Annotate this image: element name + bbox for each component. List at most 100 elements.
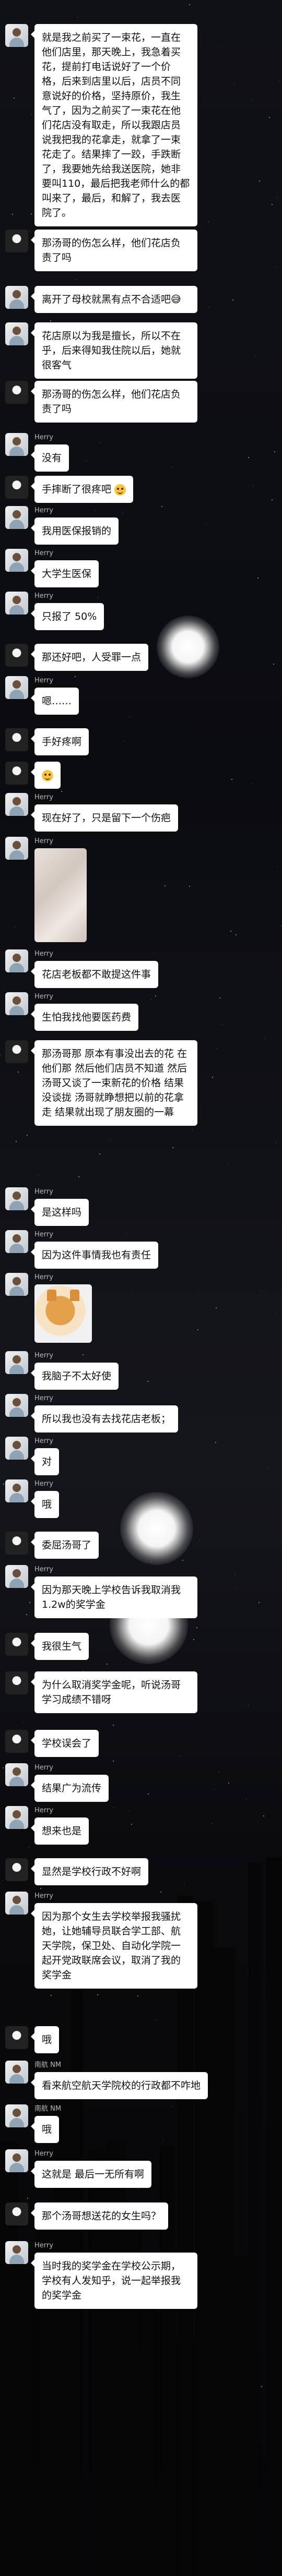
smile-emoji-icon [114, 484, 126, 496]
avatar[interactable] [5, 1892, 28, 1915]
dog-sticker[interactable] [34, 1284, 92, 1343]
avatar[interactable] [5, 1565, 28, 1588]
avatar[interactable] [5, 2202, 28, 2225]
message-bubble[interactable]: 因为那天晚上学校告诉我取消我1.2w的奖学金 [31, 1576, 197, 1618]
message-text: 哦 [42, 2034, 52, 2045]
message-text: 显然是学校行政不好啊 [42, 1866, 142, 1877]
message-bubble[interactable]: 手好疼啊 [30, 728, 89, 755]
message-bubble[interactable]: 离开了母校就黑有点不合适吧😅 [31, 286, 197, 313]
message-bubble[interactable]: 显然是学校行政不好啊 [30, 1858, 149, 1885]
avatar[interactable] [5, 1532, 28, 1555]
message-bubble[interactable]: 当时我的奖学金在学校公示期，学校有人发知乎，说一起举报我的奖学金 [31, 2253, 197, 2309]
sender-name: Herry [34, 1566, 53, 1573]
message-text: 手摔断了很疼吧 [42, 484, 112, 495]
message-text: 委屈汤哥了 [42, 1539, 92, 1551]
message-bubble[interactable]: 看来航空航天学院校的行政都不咋地 [30, 2072, 208, 2099]
avatar[interactable] [5, 506, 28, 529]
message-bubble[interactable]: 那个汤哥想送花的女生吗？ [30, 2202, 169, 2230]
sender-name: Herry [34, 507, 53, 514]
message-bubble[interactable]: 就是我之前买了一束花，一直在他们店里，那天晚上，我急着买花，提前打电话说好了一个… [31, 24, 197, 226]
avatar[interactable] [5, 1858, 28, 1881]
sender-name: Herry [34, 549, 53, 557]
avatar[interactable] [5, 1763, 28, 1786]
message-bubble[interactable]: 花店原以为我是擅长，所以不在乎，后来得知我住院以后，她就很客气 [31, 322, 197, 379]
message-bubble[interactable]: 那汤哥的伤怎么样，他们花店负责了吗 [31, 381, 197, 423]
message-bubble[interactable] [31, 762, 61, 789]
avatar[interactable] [5, 793, 28, 816]
message-bubble[interactable]: 我很生气 [30, 1633, 89, 1660]
message-bubble[interactable]: 大学生医保 [30, 560, 99, 587]
avatar[interactable] [5, 549, 28, 572]
avatar[interactable] [5, 644, 28, 667]
message-bubble[interactable]: 因为这件事情我也有责任 [30, 1242, 159, 1269]
avatar[interactable] [5, 2026, 28, 2049]
message-bubble[interactable]: 那汤哥的伤怎么样，他们花店负责了吗 [31, 230, 197, 271]
avatar[interactable] [5, 676, 28, 699]
message-bubble[interactable]: 那还好吧，人受罪一点 [30, 644, 149, 671]
message-bubble[interactable]: 哦 [30, 1491, 60, 1518]
message-bubble[interactable]: 结果广为流传 [30, 1775, 109, 1802]
avatar[interactable] [5, 322, 28, 345]
message-text: 那汤哥的伤怎么样，他们花店负责了吗 [42, 389, 181, 415]
avatar[interactable] [5, 949, 28, 972]
avatar[interactable] [5, 728, 28, 751]
avatar[interactable] [5, 381, 28, 404]
avatar[interactable] [5, 1479, 28, 1502]
message-bubble[interactable]: 生怕我找他要医药费 [30, 1004, 139, 1031]
message-bubble[interactable]: 花店老板都不敢提这件事 [30, 961, 159, 988]
avatar[interactable] [5, 1437, 28, 1460]
message-bubble[interactable]: 因为那个女生去学校举报我骚扰她，让她辅导员联合学工部、航天学院，保卫处、自动化学… [31, 1903, 197, 1989]
sender-name: Herry [34, 2150, 53, 2158]
avatar[interactable] [5, 1351, 28, 1374]
message-bubble[interactable]: 现在好了，只是留下一个伤疤 [30, 804, 179, 832]
avatar[interactable] [5, 1671, 28, 1694]
avatar[interactable] [5, 992, 28, 1015]
avatar[interactable] [5, 592, 28, 615]
avatar[interactable] [5, 1273, 28, 1296]
avatar[interactable] [5, 1806, 28, 1829]
message-bubble[interactable]: 所以我也没有去找花店老板； [30, 1405, 179, 1433]
avatar[interactable] [5, 2104, 28, 2127]
message-text: 我脑子不太好使 [42, 1370, 112, 1382]
avatar[interactable] [5, 476, 28, 499]
message-bubble[interactable]: 委屈汤哥了 [30, 1532, 99, 1559]
avatar[interactable] [5, 2149, 28, 2172]
message-bubble[interactable]: 是这样吗 [30, 1199, 89, 1226]
message-text: 大学生医保 [42, 568, 92, 580]
message-text: 因为这件事情我也有责任 [42, 1249, 151, 1261]
message-bubble[interactable]: 为什么取消奖学金呢，听说汤哥学习成绩不错呀 [31, 1671, 197, 1713]
avatar[interactable] [5, 286, 28, 309]
avatar[interactable] [5, 837, 28, 860]
message-bubble[interactable]: 我用医保报销的 [30, 517, 119, 545]
avatar[interactable] [5, 762, 28, 785]
sender-name: Herry [34, 434, 53, 441]
sender-name: Herry [34, 1437, 53, 1445]
message-bubble[interactable]: 对 [30, 1448, 60, 1475]
avatar[interactable] [5, 1394, 28, 1417]
avatar[interactable] [5, 433, 28, 456]
avatar[interactable] [5, 1633, 28, 1656]
message-bubble[interactable]: 学校误会了 [30, 1730, 99, 1757]
avatar[interactable] [5, 1230, 28, 1253]
avatar[interactable] [5, 1187, 28, 1210]
message-bubble[interactable]: 哦 [30, 2116, 60, 2143]
avatar[interactable] [5, 2241, 28, 2264]
sender-name: Herry [34, 993, 53, 1001]
avatar[interactable] [5, 1040, 28, 1063]
message-bubble[interactable]: 想来也是 [30, 1817, 89, 1845]
message-bubble[interactable]: 手摔断了很疼吧 [30, 476, 134, 503]
message-text: 因为那个女生去学校举报我骚扰她，让她辅导员联合学工部、航天学院，保卫处、自动化学… [42, 1911, 181, 1981]
message-bubble[interactable]: 嗯…… [30, 688, 79, 715]
avatar[interactable] [5, 230, 28, 252]
message-bubble[interactable]: 我脑子不太好使 [30, 1363, 119, 1390]
avatar[interactable] [5, 24, 28, 47]
avatar[interactable] [5, 1730, 28, 1753]
message-text: 手好疼啊 [42, 736, 82, 748]
message-bubble[interactable]: 没有 [30, 444, 69, 472]
message-bubble[interactable]: 那汤哥那 原本有事没出去的花 在他们那 然后他们店员不知道 然后汤哥又谈了一束新… [31, 1040, 197, 1126]
message-bubble[interactable]: 这就是 最后一无所有啊 [30, 2161, 152, 2188]
message-bubble[interactable]: 只报了 50% [30, 603, 104, 630]
avatar[interactable] [5, 2061, 28, 2084]
blurred-photo[interactable] [34, 848, 87, 942]
message-bubble[interactable]: 哦 [30, 2026, 60, 2053]
